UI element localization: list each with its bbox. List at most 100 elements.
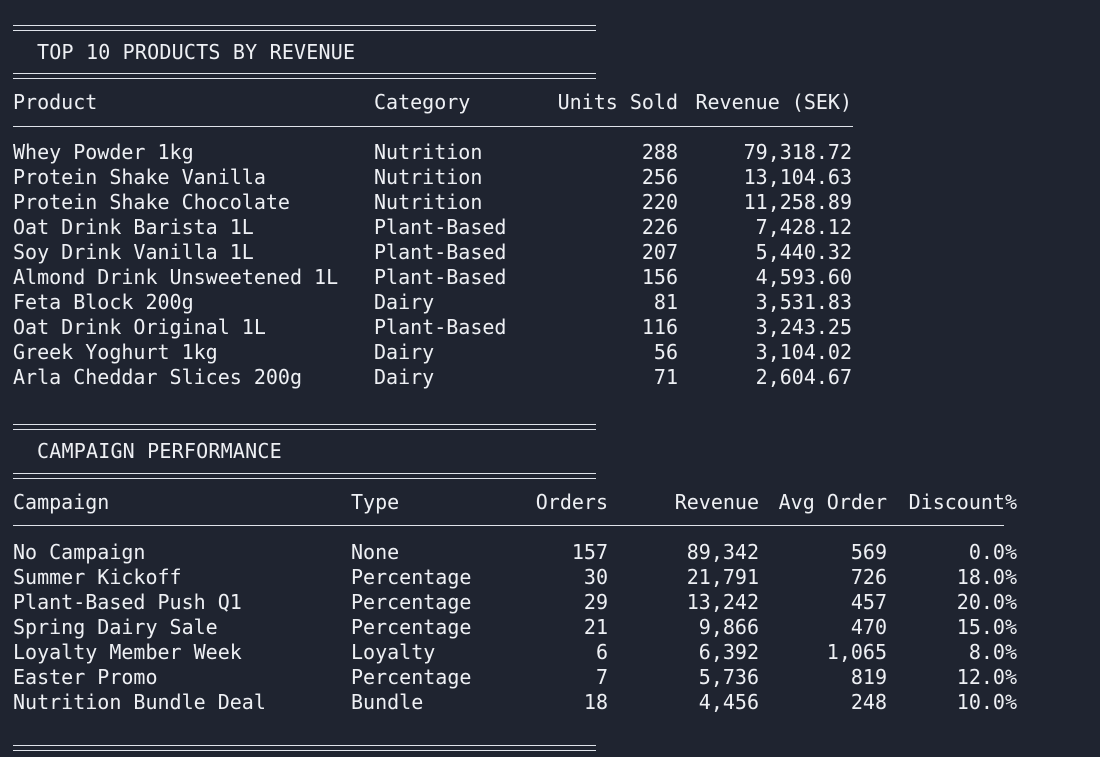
column-header-units-sold: Units Sold xyxy=(557,90,678,114)
campaign-revenue: 13,242 xyxy=(686,590,759,614)
column-header-type: Type xyxy=(351,490,400,514)
single-rule xyxy=(13,126,853,127)
double-rule xyxy=(13,745,596,751)
revenue-value: 3,104.02 xyxy=(755,340,852,364)
product-name: Protein Shake Chocolate xyxy=(13,190,290,214)
terminal-output: TOP 10 PRODUCTS BY REVENUE Product Categ… xyxy=(13,0,1093,757)
campaign-discount: 20.0% xyxy=(956,590,1017,614)
campaign-orders: 29 xyxy=(583,590,608,614)
campaigns-section-title: CAMPAIGN PERFORMANCE xyxy=(37,439,282,463)
double-rule xyxy=(13,424,596,430)
double-rule xyxy=(13,25,596,31)
product-name: Almond Drink Unsweetened 1L xyxy=(13,265,339,289)
campaign-orders: 7 xyxy=(595,665,608,689)
campaign-orders: 157 xyxy=(571,540,608,564)
campaign-avg-order: 457 xyxy=(850,590,887,614)
campaign-revenue: 6,392 xyxy=(698,640,759,664)
campaign-revenue: 9,866 xyxy=(698,615,759,639)
campaign-name: Spring Dairy Sale xyxy=(13,615,218,639)
column-header-orders: Orders xyxy=(535,490,608,514)
product-category: Dairy xyxy=(374,365,435,389)
campaign-type: Percentage xyxy=(351,590,472,614)
campaign-discount: 18.0% xyxy=(956,565,1017,589)
single-rule xyxy=(13,525,1004,526)
campaign-avg-order: 726 xyxy=(850,565,887,589)
campaign-avg-order: 819 xyxy=(850,665,887,689)
units-sold: 156 xyxy=(641,265,678,289)
units-sold: 207 xyxy=(641,240,678,264)
campaign-revenue: 5,736 xyxy=(698,665,759,689)
campaign-type: None xyxy=(351,540,400,564)
product-name: Greek Yoghurt 1kg xyxy=(13,340,218,364)
revenue-value: 7,428.12 xyxy=(755,215,852,239)
column-header-category: Category xyxy=(374,90,471,114)
table-row: Almond Drink Unsweetened 1L Plant-Based 15… xyxy=(13,265,1093,290)
table-row: Loyalty Member Week Loyalty 6 6,392 1,065 8.0… xyxy=(13,640,1093,665)
product-name: Oat Drink Original 1L xyxy=(13,315,266,339)
products-section-title: TOP 10 PRODUCTS BY REVENUE xyxy=(37,40,356,64)
product-category: Nutrition xyxy=(374,190,483,214)
product-category: Nutrition xyxy=(374,140,483,164)
revenue-value: 4,593.60 xyxy=(755,265,852,289)
column-header-product: Product xyxy=(13,90,98,114)
column-header-campaign: Campaign xyxy=(13,490,110,514)
campaign-revenue: 89,342 xyxy=(686,540,759,564)
campaign-discount: 10.0% xyxy=(956,690,1017,714)
units-sold: 71 xyxy=(653,365,678,389)
campaign-orders: 30 xyxy=(583,565,608,589)
units-sold: 288 xyxy=(641,140,678,164)
product-category: Dairy xyxy=(374,340,435,364)
campaign-type: Percentage xyxy=(351,565,472,589)
table-row: Whey Powder 1kg Nutrition 288 79,318.72 xyxy=(13,140,1093,165)
table-row: Easter Promo Percentage 7 5,736 819 12.0% xyxy=(13,665,1093,690)
table-row: Feta Block 200g Dairy 81 3,531.83 xyxy=(13,290,1093,315)
column-header-avg-order: Avg Order xyxy=(778,490,887,514)
product-name: Oat Drink Barista 1L xyxy=(13,215,254,239)
product-category: Dairy xyxy=(374,290,435,314)
column-header-revenue-sek: Revenue (SEK) xyxy=(695,90,852,114)
table-row: Protein Shake Vanilla Nutrition 256 13,104.… xyxy=(13,165,1093,190)
revenue-value: 11,258.89 xyxy=(743,190,852,214)
campaign-revenue: 4,456 xyxy=(698,690,759,714)
table-row: Nutrition Bundle Deal Bundle 18 4,456 248 10.… xyxy=(13,690,1093,715)
double-rule xyxy=(13,473,596,479)
product-name: Arla Cheddar Slices 200g xyxy=(13,365,302,389)
table-row: Spring Dairy Sale Percentage 21 9,866 470 15.… xyxy=(13,615,1093,640)
table-row: Arla Cheddar Slices 200g Dairy 71 2,604.67 xyxy=(13,365,1093,390)
campaign-orders: 21 xyxy=(583,615,608,639)
campaign-discount: 15.0% xyxy=(956,615,1017,639)
product-name: Soy Drink Vanilla 1L xyxy=(13,240,254,264)
units-sold: 81 xyxy=(653,290,678,314)
revenue-value: 3,531.83 xyxy=(755,290,852,314)
campaign-avg-order: 470 xyxy=(850,615,887,639)
product-category: Nutrition xyxy=(374,165,483,189)
campaigns-header-row: Campaign Type Orders Revenue Avg Order D… xyxy=(13,490,1093,515)
table-row: Greek Yoghurt 1kg Dairy 56 3,104.02 xyxy=(13,340,1093,365)
revenue-value: 5,440.32 xyxy=(755,240,852,264)
campaign-type: Loyalty xyxy=(351,640,436,664)
revenue-value: 13,104.63 xyxy=(743,165,852,189)
campaign-type: Percentage xyxy=(351,665,472,689)
table-row: Oat Drink Original 1L Plant-Based 116 3,243… xyxy=(13,315,1093,340)
campaign-discount: 12.0% xyxy=(956,665,1017,689)
campaign-orders: 18 xyxy=(583,690,608,714)
campaign-avg-order: 1,065 xyxy=(826,640,887,664)
revenue-value: 3,243.25 xyxy=(755,315,852,339)
product-category: Plant-Based xyxy=(374,315,507,339)
revenue-value: 79,318.72 xyxy=(743,140,852,164)
units-sold: 116 xyxy=(641,315,678,339)
campaign-name: Loyalty Member Week xyxy=(13,640,242,664)
campaign-discount: 0.0% xyxy=(968,540,1017,564)
campaign-type: Bundle xyxy=(351,690,424,714)
revenue-value: 2,604.67 xyxy=(755,365,852,389)
product-category: Plant-Based xyxy=(374,215,507,239)
table-row: No Campaign None 157 89,342 569 0.0% xyxy=(13,540,1093,565)
products-header-row: Product Category Units Sold Revenue (SEK… xyxy=(13,90,1093,115)
campaign-name: Summer Kickoff xyxy=(13,565,182,589)
table-row: Protein Shake Chocolate Nutrition 220 11,25… xyxy=(13,190,1093,215)
campaign-name: Plant-Based Push Q1 xyxy=(13,590,242,614)
campaign-avg-order: 569 xyxy=(850,540,887,564)
campaign-revenue: 21,791 xyxy=(686,565,759,589)
column-header-discount: Discount% xyxy=(908,490,1017,514)
table-row: Oat Drink Barista 1L Plant-Based 226 7,428.… xyxy=(13,215,1093,240)
